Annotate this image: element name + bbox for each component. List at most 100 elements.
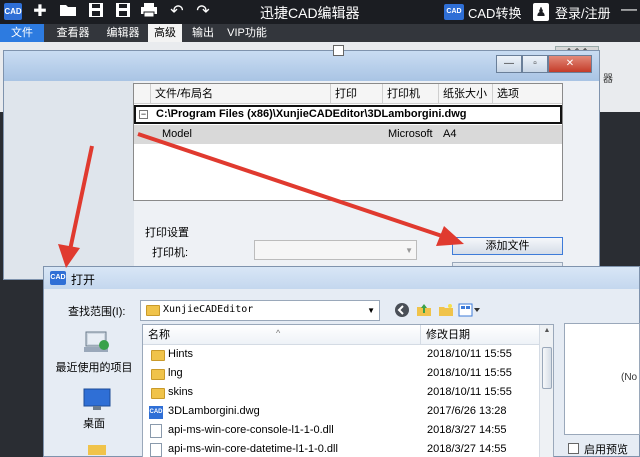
file-group-path: C:\Program Files (x86)\XunjieCADEditor\3… xyxy=(156,108,467,120)
places-bar: 最近使用的项目 桌面 xyxy=(50,325,138,456)
file-name: api-ms-win-core-console-l1-1-0.dll xyxy=(168,424,334,436)
look-in-label: 查找范围(I): xyxy=(68,306,126,318)
menu-file[interactable]: 文件 xyxy=(0,24,44,42)
user-icon[interactable]: ♟ xyxy=(533,3,549,21)
print-file-table-header: 文件/布局名 打印 打印机 纸张大小 选项 xyxy=(134,84,562,104)
file-date: 2018/3/27 14:55 xyxy=(427,443,507,455)
print-icon[interactable] xyxy=(139,2,159,22)
place-desktop-label[interactable]: 桌面 xyxy=(50,415,138,431)
folder-icon xyxy=(151,369,165,380)
layout-printer: Microsoft xyxy=(388,128,433,140)
file-list-scrollbar[interactable]: ▲ xyxy=(539,325,553,457)
col-printer[interactable]: 打印机 xyxy=(382,84,438,104)
cad-convert-link[interactable]: CAD转换 xyxy=(468,3,521,22)
minimize-button[interactable]: — xyxy=(620,2,638,20)
file-row-skins[interactable]: skins 2018/10/11 15:55 xyxy=(143,384,539,403)
printer-select[interactable]: ▼ xyxy=(254,240,417,260)
layout-paper: A4 xyxy=(443,128,457,140)
col-print[interactable]: 打印 xyxy=(330,84,382,104)
file-name: 3DLamborgini.dwg xyxy=(168,405,260,417)
col-name[interactable]: 名称 ^ xyxy=(143,325,421,345)
menu-bar: 文件 查看器 编辑器 高级 输出 VIP功能 xyxy=(0,24,640,42)
open-dialog: CAD 打开 查找范围(I): XunjieCADEditor ▼ 最近使用的项… xyxy=(43,266,640,457)
folder-icon xyxy=(146,305,160,316)
app-logo: CAD xyxy=(4,3,22,20)
new-file-icon[interactable]: ✚ xyxy=(30,2,50,22)
col-date[interactable]: 修改日期 xyxy=(421,325,539,345)
ribbon-right-text: 器 xyxy=(603,74,613,85)
file-row-hints[interactable]: Hints 2018/10/11 15:55 xyxy=(143,346,539,365)
back-icon[interactable] xyxy=(394,302,410,318)
file-row-console-dll[interactable]: api-ms-win-core-console-l1-1-0.dll 2018/… xyxy=(143,422,539,441)
cad-convert-logo[interactable]: CAD xyxy=(444,4,464,20)
file-row-3dlamborgini[interactable]: CAD 3DLamborgini.dwg 2017/6/26 13:28 xyxy=(143,403,539,422)
menu-editor[interactable]: 编辑器 xyxy=(100,24,146,42)
place-recent-label[interactable]: 最近使用的项目 xyxy=(50,359,138,375)
print-close-button[interactable]: ✕ xyxy=(548,55,592,73)
file-row-lng[interactable]: lng 2018/10/11 15:55 xyxy=(143,365,539,384)
col-file-layout[interactable]: 文件/布局名 xyxy=(150,84,330,104)
enable-preview-checkbox[interactable] xyxy=(568,443,579,454)
file-name: skins xyxy=(168,386,194,398)
library-icon[interactable] xyxy=(82,443,112,455)
desktop-icon[interactable] xyxy=(82,387,112,413)
add-file-button[interactable]: 添加文件 xyxy=(452,237,563,255)
layout-row[interactable]: Model Microsoft A4 xyxy=(134,125,562,144)
printer-label: 打印机: xyxy=(152,247,189,259)
col-paper-size[interactable]: 纸张大小 xyxy=(438,84,492,104)
col-options[interactable]: 选项 xyxy=(492,84,562,104)
menu-viewer[interactable]: 查看器 xyxy=(50,24,96,42)
layout-name: Model xyxy=(162,128,192,140)
menu-advanced[interactable]: 高级 xyxy=(148,24,182,42)
recent-items-icon[interactable] xyxy=(82,329,112,355)
chevron-down-icon: ▼ xyxy=(367,306,375,315)
menu-output[interactable]: 输出 xyxy=(186,24,220,42)
file-row-datetime-dll[interactable]: api-ms-win-core-datetime-l1-1-0.dll 2018… xyxy=(143,441,539,457)
new-folder-icon[interactable] xyxy=(438,302,454,318)
menu-vip[interactable]: VIP功能 xyxy=(224,24,270,42)
scroll-thumb[interactable] xyxy=(542,347,552,389)
preview-text: (No xyxy=(621,372,638,383)
col-name-label: 名称 xyxy=(148,329,170,341)
file-name: api-ms-win-core-datetime-l1-1-0.dll xyxy=(168,443,338,455)
dll-file-icon xyxy=(150,443,162,457)
view-menu-icon[interactable] xyxy=(458,302,482,318)
scroll-up-icon[interactable]: ▲ xyxy=(541,327,553,339)
open-dialog-logo: CAD xyxy=(50,271,66,285)
file-date: 2018/10/11 15:55 xyxy=(427,386,512,398)
save-icon[interactable] xyxy=(86,2,106,22)
file-date: 2018/3/27 14:55 xyxy=(427,424,507,436)
open-folder-icon[interactable] xyxy=(58,2,78,22)
login-register-link[interactable]: 登录/注册 xyxy=(555,3,611,22)
print-file-table: 文件/布局名 打印 打印机 纸张大小 选项 − C:\Program Files… xyxy=(133,83,563,201)
print-minimize-button[interactable]: — xyxy=(496,55,522,73)
app-title-bar: CAD ✚ ↶ ↷ 迅捷CAD编辑器 CAD CAD转换 ♟ 登录/注册 — xyxy=(0,0,640,24)
save-as-icon[interactable] xyxy=(113,2,133,22)
chevron-down-icon: ▼ xyxy=(405,246,413,255)
file-name: Hints xyxy=(168,348,194,360)
folder-icon xyxy=(151,350,165,361)
collapse-toggle[interactable]: − xyxy=(139,110,148,119)
preview-pane: (No xyxy=(564,323,640,435)
dwg-file-icon: CAD xyxy=(149,406,163,419)
file-date: 2018/10/11 15:55 xyxy=(427,367,512,379)
open-dialog-titlebar: CAD 打开 xyxy=(44,267,639,289)
print-maximize-button[interactable]: ▫ xyxy=(522,55,548,73)
print-layout-checkbox[interactable] xyxy=(333,45,344,56)
open-dialog-title: 打开 xyxy=(71,273,96,287)
sort-up-icon: ^ xyxy=(276,328,281,338)
file-list-header: 名称 ^ 修改日期 xyxy=(143,325,539,345)
app-title: 迅捷CAD编辑器 xyxy=(260,5,360,21)
dll-file-icon xyxy=(150,424,162,438)
up-folder-icon[interactable] xyxy=(416,302,432,318)
file-date: 2018/10/11 15:55 xyxy=(427,348,512,360)
enable-preview-label[interactable]: 启用预览 xyxy=(584,441,628,457)
file-group-row[interactable]: − C:\Program Files (x86)\XunjieCADEditor… xyxy=(134,105,562,124)
folder-icon xyxy=(151,388,165,399)
look-in-select[interactable]: XunjieCADEditor ▼ xyxy=(140,300,380,321)
file-date: 2017/6/26 13:28 xyxy=(427,405,507,417)
redo-icon[interactable]: ↷ xyxy=(193,2,213,22)
print-dialog-sidebar xyxy=(4,81,134,279)
file-list: 名称 ^ 修改日期 Hints 2018/10/11 15:55 lng 201… xyxy=(142,324,554,457)
undo-icon[interactable]: ↶ xyxy=(167,2,187,22)
